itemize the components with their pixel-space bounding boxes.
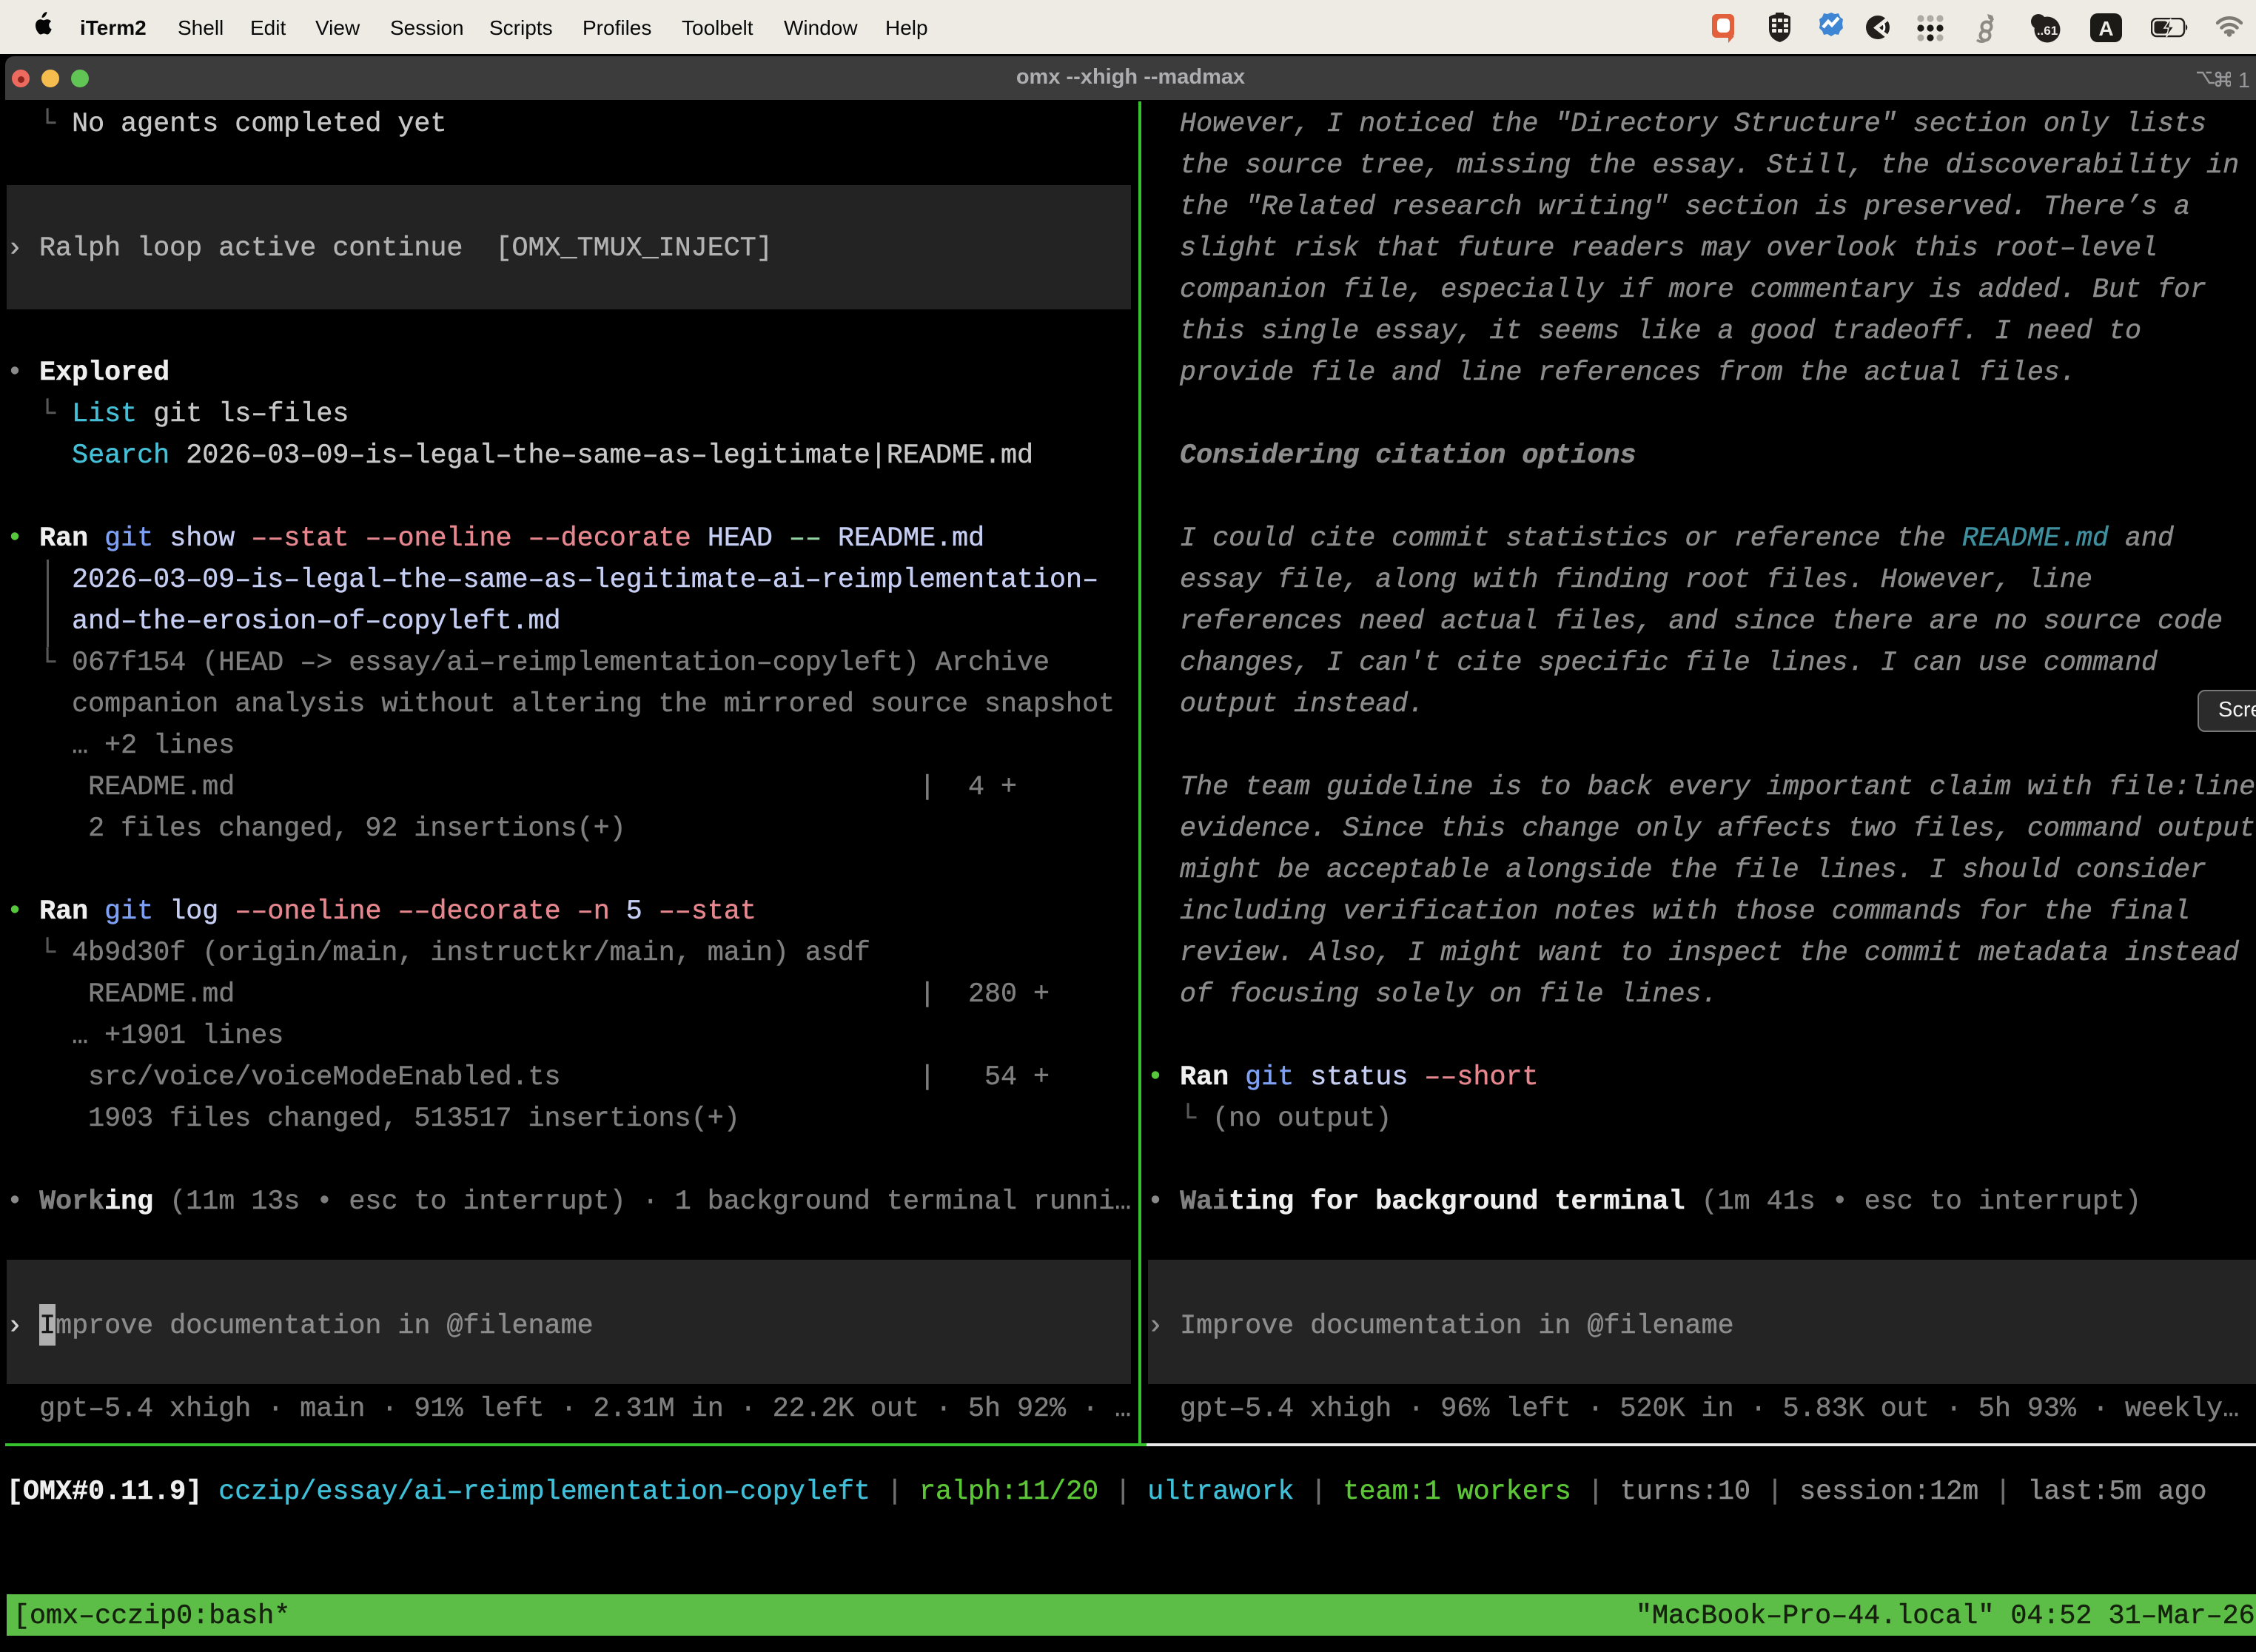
- svg-text:..61: ..61: [2037, 24, 2058, 38]
- svg-text:A: A: [2098, 17, 2113, 40]
